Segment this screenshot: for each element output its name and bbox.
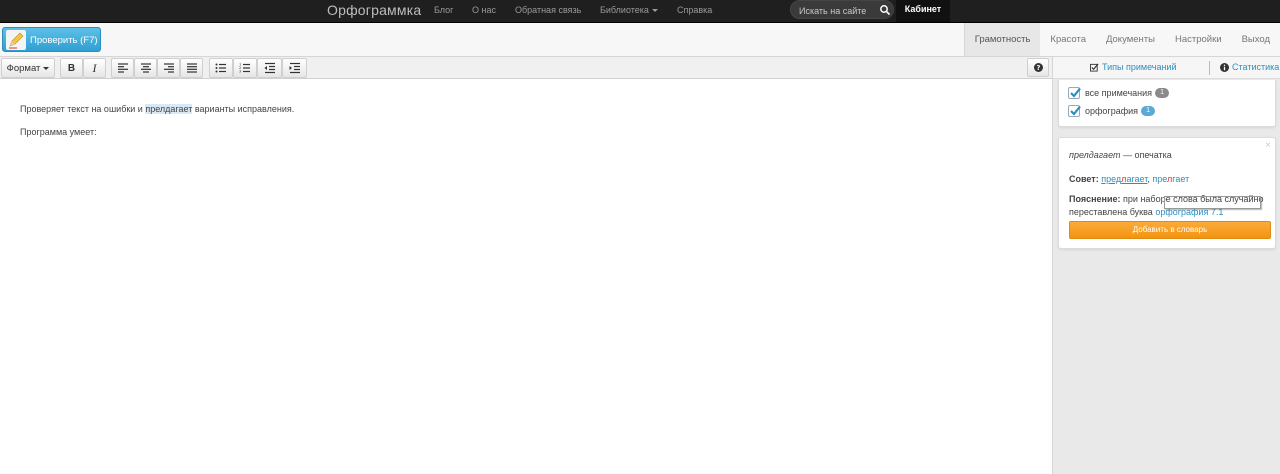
bold-button[interactable]: B	[60, 58, 83, 78]
explain-label: Пояснение:	[1069, 194, 1121, 204]
nav-about[interactable]: О нас	[472, 5, 496, 15]
statistics-link[interactable]: Статистика	[1220, 62, 1279, 72]
tab-exit[interactable]: Выход	[1232, 23, 1280, 56]
note-card: × прелдагает — опечатка Совет: предлагае…	[1058, 137, 1276, 249]
check-button-label: Проверить (F7)	[30, 35, 98, 46]
note-word: прелдагает	[1069, 150, 1121, 160]
editor-toolbar: Формат B I 123 ?	[0, 57, 1052, 79]
note-type: — опечатка	[1120, 150, 1172, 160]
indent-icon	[289, 62, 300, 74]
filter-all-label: все примечания	[1085, 88, 1153, 98]
top-navbar: Орфограммка Блог О нас Обратная связь Би…	[0, 0, 1280, 23]
svg-text:3: 3	[239, 70, 241, 74]
bullet-list-icon	[215, 63, 226, 73]
search-input[interactable]	[799, 4, 879, 17]
align-justify-button[interactable]	[180, 58, 203, 78]
checkbox[interactable]	[1068, 105, 1081, 117]
checkmark-icon	[1070, 87, 1081, 98]
statistics-label: Статистика	[1232, 62, 1280, 72]
format-dropdown[interactable]: Формат	[1, 58, 55, 78]
advice-label: Совет:	[1069, 174, 1099, 184]
align-left-button[interactable]	[111, 58, 134, 78]
cabinet-link[interactable]: Кабинет	[896, 0, 950, 22]
format-dropdown-label: Формат	[6, 62, 41, 74]
site-logo[interactable]: Орфограммка	[327, 2, 421, 18]
outdent-button[interactable]	[257, 58, 282, 78]
chevron-down-icon	[651, 9, 658, 13]
suggestion-2[interactable]: прелгает	[1152, 174, 1189, 184]
checkbox[interactable]	[1068, 87, 1081, 99]
nav-blog[interactable]: Блог	[434, 5, 453, 15]
text-segment: Проверяет текст на ошибки и	[20, 104, 146, 114]
text-editor[interactable]: Проверяет текст на ошибки и прелдагает в…	[0, 80, 1052, 474]
search-icon[interactable]	[879, 4, 891, 16]
help-button[interactable]: ?	[1027, 58, 1049, 77]
panel-header: Типы примечаний Статистика	[1053, 57, 1280, 79]
indent-button[interactable]	[282, 58, 307, 78]
tab-beauty[interactable]: Красота	[1040, 23, 1096, 56]
close-icon[interactable]: ×	[1265, 140, 1271, 151]
numbered-list-icon: 123	[239, 63, 250, 74]
filter-spelling[interactable]: орфография 1	[1068, 105, 1156, 117]
checkbox-edit-icon	[1090, 63, 1099, 72]
chevron-down-icon	[43, 66, 50, 70]
note-types-label: Типы примечаний	[1102, 62, 1177, 72]
note-types-link[interactable]: Типы примечаний	[1090, 62, 1177, 72]
tab-settings[interactable]: Настройки	[1165, 23, 1232, 56]
mode-tabs: Грамотность Красота Документы Настройки …	[963, 23, 1280, 56]
filter-all[interactable]: все примечания 1	[1068, 87, 1170, 99]
nav-library[interactable]: Библиотека	[600, 5, 658, 15]
italic-button[interactable]: I	[83, 58, 106, 78]
note-title: прелдагает — опечатка	[1069, 150, 1172, 160]
svg-text:?: ?	[1036, 64, 1040, 72]
count-badge: 1	[1155, 88, 1170, 98]
bullet-list-button[interactable]	[209, 58, 233, 78]
nav-help[interactable]: Справка	[677, 5, 712, 15]
pencil-icon	[6, 30, 26, 50]
numbered-list-button[interactable]: 123	[233, 58, 257, 78]
explain-text: переставлена буква	[1069, 207, 1156, 217]
align-right-icon	[163, 63, 174, 73]
action-bar: Проверить (F7) Грамотность Красота Докум…	[0, 23, 1280, 57]
question-icon: ?	[1033, 63, 1043, 72]
separator: ,	[1147, 174, 1150, 184]
checkmark-icon	[1070, 105, 1081, 116]
check-button[interactable]: Проверить (F7)	[2, 27, 101, 52]
suggestion-1[interactable]: предлагает	[1101, 174, 1147, 184]
filters-box: все примечания 1 орфография 1	[1058, 80, 1276, 127]
tab-documents[interactable]: Документы	[1096, 23, 1165, 56]
note-advice: Совет: предлагает, прелгает	[1069, 174, 1189, 184]
add-to-dictionary-button[interactable]: Добавить в словарь	[1069, 221, 1271, 239]
count-badge: 1	[1141, 106, 1156, 116]
suggestion-part: пре	[1152, 174, 1167, 184]
tooltip-outline	[1164, 196, 1261, 209]
tab-grammar[interactable]: Грамотность	[963, 23, 1041, 56]
suggestion-part: агает	[1126, 174, 1148, 184]
nav-feedback[interactable]: Обратная связь	[515, 5, 581, 15]
text-segment: варианты исправления.	[192, 104, 295, 114]
align-left-icon	[117, 63, 128, 73]
align-right-button[interactable]	[157, 58, 180, 78]
header-divider	[1209, 61, 1210, 75]
error-word-highlight[interactable]: прелдагает	[145, 104, 193, 114]
align-center-button[interactable]	[134, 58, 157, 78]
align-justify-icon	[186, 63, 197, 73]
info-icon	[1220, 62, 1229, 72]
suggestion-part: гает	[1172, 174, 1190, 184]
site-search	[790, 0, 894, 19]
filter-spelling-label: орфография	[1085, 106, 1139, 116]
nav-library-label: Библиотека	[600, 5, 649, 15]
align-center-icon	[140, 63, 151, 73]
editor-paragraph-2: Программа умеет:	[20, 127, 97, 137]
outdent-icon	[264, 62, 275, 74]
editor-paragraph-1: Проверяет текст на ошибки и прелдагает в…	[20, 104, 294, 114]
suggestion-part: пред	[1101, 174, 1122, 184]
notes-panel: Типы примечаний Статистика все примечани…	[1052, 57, 1280, 474]
